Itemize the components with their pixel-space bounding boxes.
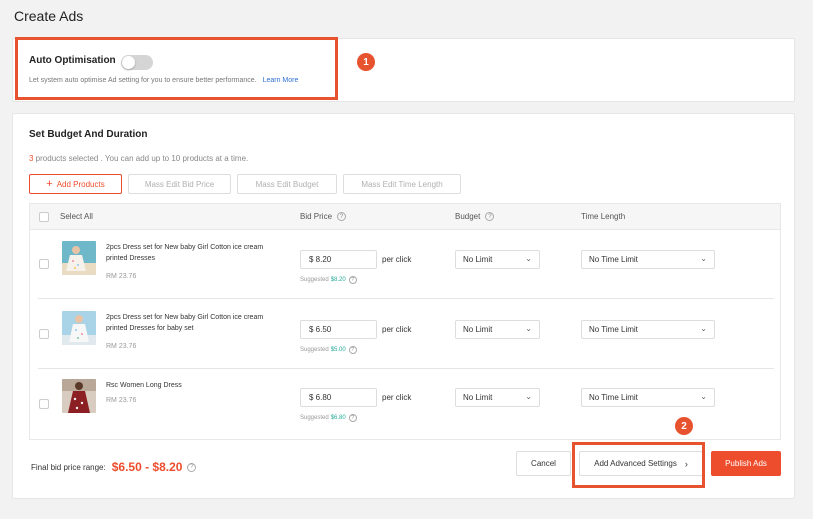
time-length-select[interactable]: No Time Limit ⌄ [581, 250, 715, 269]
callout-highlight-advanced-settings [572, 442, 705, 488]
selected-text: products selected . You can add up to 10… [33, 154, 249, 163]
help-icon[interactable]: ? [485, 212, 495, 221]
row-checkbox[interactable] [39, 259, 49, 269]
chevron-down-icon: ⌄ [525, 392, 532, 401]
chevron-down-icon: ⌄ [700, 324, 707, 333]
chevron-down-icon: ⌄ [700, 254, 707, 263]
suggested-bid: Suggested $8.20 ? [300, 276, 357, 284]
bid-price-input[interactable]: $ 8.20 [300, 250, 377, 269]
header-bid-price: Bid Price ? [300, 212, 347, 221]
header-budget: Budget ? [455, 212, 495, 221]
header-budget-label: Budget [455, 212, 481, 221]
header-bid-price-label: Bid Price [300, 212, 333, 221]
table-row: Rsc Women Long Dress RM 23.76 $ 6.80 per… [38, 371, 774, 439]
chevron-down-icon: ⌄ [525, 324, 532, 333]
section-title: Set Budget And Duration [29, 129, 148, 140]
header-select-all: Select All [60, 212, 93, 221]
select-all-checkbox[interactable] [39, 212, 49, 222]
budget-select-value: No Limit [463, 325, 493, 334]
suggested-value[interactable]: $6.80 [331, 415, 346, 421]
final-bid-range-value: $6.50 - $8.20 [111, 460, 183, 474]
suggested-value[interactable]: $5.00 [331, 347, 346, 353]
suggested-label: Suggested [300, 277, 329, 283]
publish-ads-button[interactable]: Publish Ads [711, 451, 781, 476]
time-length-select-value: No Time Limit [589, 325, 638, 334]
table-row: 2pcs Dress set for New baby Girl Cotton … [38, 301, 774, 369]
time-length-select[interactable]: No Time Limit ⌄ [581, 388, 715, 407]
callout-highlight-auto-optimisation [15, 37, 338, 100]
product-price: RM 23.76 [106, 397, 137, 404]
add-products-button[interactable]: + Add Products [29, 174, 122, 194]
callout-number-1: 1 [357, 53, 375, 71]
help-icon[interactable]: ? [348, 346, 357, 354]
per-click-label: per click [382, 255, 412, 264]
row-checkbox[interactable] [39, 329, 49, 339]
product-thumbnail [62, 379, 96, 413]
time-length-select-value: No Time Limit [589, 255, 638, 264]
suggested-bid: Suggested $6.80 ? [300, 414, 357, 422]
time-length-select[interactable]: No Time Limit ⌄ [581, 320, 715, 339]
product-name: Rsc Women Long Dress [106, 382, 182, 389]
bid-price-input[interactable]: $ 6.80 [300, 388, 377, 407]
product-thumbnail [62, 241, 96, 275]
callout-number-2: 2 [675, 417, 693, 435]
final-bid-range: Final bid price range: $6.50 - $8.20 ? [31, 460, 197, 474]
row-checkbox[interactable] [39, 399, 49, 409]
budget-select[interactable]: No Limit ⌄ [455, 250, 540, 269]
product-thumbnail [62, 311, 96, 345]
selected-info: 3 products selected . You can add up to … [29, 154, 248, 163]
time-length-select-value: No Time Limit [589, 393, 638, 402]
product-price: RM 23.76 [106, 343, 137, 350]
suggested-value[interactable]: $8.20 [331, 277, 346, 283]
cancel-button[interactable]: Cancel [516, 451, 571, 476]
bid-price-input[interactable]: $ 6.50 [300, 320, 377, 339]
product-price: RM 23.76 [106, 273, 137, 280]
per-click-label: per click [382, 325, 412, 334]
budget-select[interactable]: No Limit ⌄ [455, 388, 540, 407]
suggested-label: Suggested [300, 347, 329, 353]
budget-select[interactable]: No Limit ⌄ [455, 320, 540, 339]
toolbar: + Add Products Mass Edit Bid Price Mass … [29, 174, 461, 194]
budget-select-value: No Limit [463, 393, 493, 402]
help-icon[interactable]: ? [348, 276, 357, 284]
mass-edit-time-length-button[interactable]: Mass Edit Time Length [343, 174, 461, 194]
mass-edit-budget-button[interactable]: Mass Edit Budget [237, 174, 337, 194]
chevron-down-icon: ⌄ [700, 392, 707, 401]
page-title: Create Ads [14, 8, 84, 24]
plus-icon: + [46, 177, 53, 190]
mass-edit-bid-price-button[interactable]: Mass Edit Bid Price [128, 174, 231, 194]
help-icon[interactable]: ? [348, 414, 357, 422]
table-header: Select All Bid Price ? Budget ? Time Len… [30, 204, 780, 230]
final-bid-range-label: Final bid price range: [31, 462, 106, 472]
products-table: Select All Bid Price ? Budget ? Time Len… [29, 203, 781, 440]
suggested-label: Suggested [300, 415, 329, 421]
suggested-bid: Suggested $5.00 ? [300, 346, 357, 354]
product-name: 2pcs Dress set for New baby Girl Cotton … [106, 244, 264, 262]
per-click-label: per click [382, 393, 412, 402]
add-products-label: Add Products [56, 179, 105, 189]
table-row: 2pcs Dress set for New baby Girl Cotton … [38, 231, 774, 299]
help-icon[interactable]: ? [337, 212, 347, 221]
chevron-down-icon: ⌄ [525, 254, 532, 263]
header-time-length: Time Length [581, 212, 626, 221]
product-name: 2pcs Dress set for New baby Girl Cotton … [106, 314, 264, 332]
help-icon[interactable]: ? [187, 462, 197, 472]
budget-select-value: No Limit [463, 255, 493, 264]
